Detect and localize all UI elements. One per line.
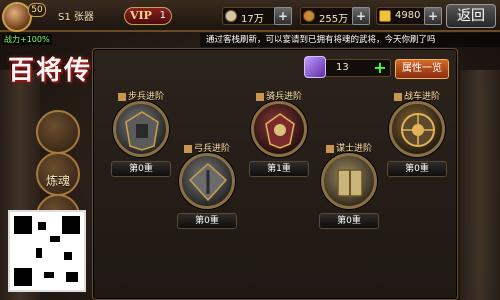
infantry-emblem-icon (113, 101, 169, 157)
unit-tag-icon (183, 144, 192, 153)
player-level: 50 (28, 3, 46, 17)
unit-tag-icon (393, 92, 402, 101)
unit-tag-icon (255, 92, 264, 101)
advancement-panel: 13 + 属性一览 步兵进阶 第0重 弓兵进阶 第0重 骑兵进阶 第1重 谋士进… (92, 48, 458, 300)
unit-infantry[interactable]: 步兵进阶 第0重 (105, 89, 177, 179)
unit-strategist-rank: 第0重 (319, 213, 379, 229)
add-copper-button[interactable]: + (274, 7, 292, 25)
gem-counter: 13 + (304, 56, 391, 78)
vip-level: 1 (159, 10, 166, 21)
qr-module (50, 236, 60, 242)
qr-module (64, 252, 72, 260)
unit-cavalry[interactable]: 骑兵进阶 第1重 (243, 89, 315, 179)
qr-finder (14, 268, 32, 286)
gem-icon (304, 56, 326, 78)
add-food-button[interactable]: + (352, 7, 370, 25)
back-button[interactable]: 返回 (446, 4, 496, 28)
resource-gold: 4980 + (376, 7, 442, 25)
battle-bonus: 战力+100% (2, 34, 52, 45)
qr-module (36, 248, 42, 258)
resource-food: 255万 + (300, 7, 370, 25)
qr-code[interactable] (8, 210, 86, 292)
qr-module (66, 272, 78, 282)
strategist-emblem-icon (321, 153, 377, 209)
nav-soul-button[interactable]: 炼魂 (36, 152, 80, 196)
vip-label: VIP (130, 9, 152, 22)
coin-icon (225, 10, 237, 22)
grain-icon (303, 10, 315, 22)
unit-tag-icon (325, 144, 334, 153)
qr-finder (14, 216, 32, 234)
add-gem-button[interactable]: + (372, 60, 388, 77)
gold-ingot-icon (379, 10, 391, 22)
vip-badge[interactable]: VIP 1 (124, 7, 172, 25)
food-value: 255万 (319, 14, 349, 25)
unit-infantry-rank: 第0重 (111, 161, 171, 177)
unit-chariot-rank: 第0重 (387, 161, 447, 177)
add-gold-button[interactable]: + (424, 7, 442, 25)
unit-tag-icon (117, 92, 126, 101)
nav-armor-button[interactable] (36, 110, 80, 154)
top-bar: 50 S1 张器 VIP 1 17万 + 255万 + 4980 + 返回 (0, 0, 500, 32)
chariot-emblem-icon (389, 101, 445, 157)
player-name: S1 张器 (58, 12, 94, 23)
cavalry-emblem-icon (251, 101, 307, 157)
resource-copper: 17万 + (222, 7, 292, 25)
qr-module (44, 272, 54, 278)
attribute-overview-button[interactable]: 属性一览 (395, 59, 449, 79)
unit-cavalry-rank: 第1重 (249, 161, 309, 177)
qr-module (38, 222, 46, 230)
gold-value: 4980 (395, 10, 421, 21)
nav-soul-label: 炼魂 (45, 174, 70, 188)
unit-archer-rank: 第0重 (177, 213, 237, 229)
unit-archer[interactable]: 弓兵进阶 第0重 (171, 141, 243, 231)
unit-chariot[interactable]: 战车进阶 第0重 (381, 89, 453, 179)
news-ticker: 通过客栈刷新，可以宴请到已拥有将魂的武将，今天你刷了吗 (200, 33, 500, 47)
archer-emblem-icon (179, 153, 235, 209)
unit-strategist[interactable]: 谋士进阶 第0重 (313, 141, 385, 231)
gem-value: 13 (336, 62, 349, 73)
right-pillar (460, 70, 500, 300)
qr-finder (62, 216, 80, 234)
copper-value: 17万 (241, 14, 264, 25)
